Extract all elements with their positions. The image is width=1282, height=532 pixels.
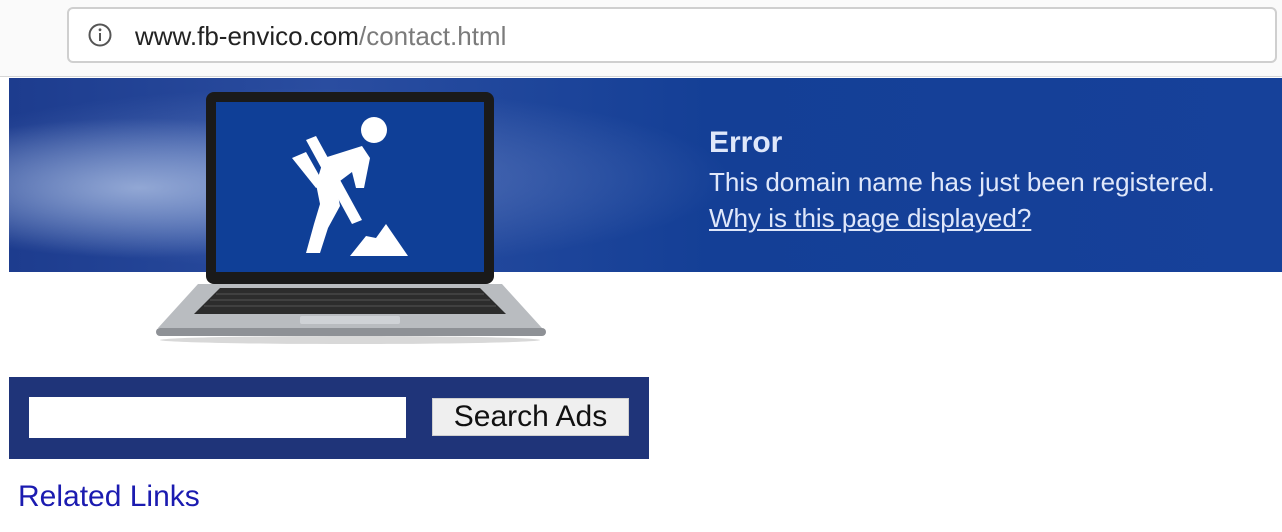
laptop-construction-worker-icon bbox=[156, 92, 546, 344]
why-page-displayed-link[interactable]: Why is this page displayed? bbox=[709, 203, 1031, 234]
url-text[interactable]: www.fb-envico.com/contact.html bbox=[135, 21, 506, 51]
url-domain: www.fb-envico.com bbox=[135, 21, 359, 51]
browser-toolbar: www.fb-envico.com/contact.html bbox=[0, 0, 1282, 77]
related-links-heading[interactable]: Related Links bbox=[18, 480, 200, 514]
info-circle-icon[interactable] bbox=[88, 23, 112, 47]
search-ads-button[interactable]: Search Ads bbox=[432, 398, 629, 436]
error-message: This domain name has just been registere… bbox=[709, 167, 1215, 197]
address-bar[interactable]: www.fb-envico.com/contact.html bbox=[67, 7, 1277, 63]
error-title: Error bbox=[709, 126, 783, 159]
search-input[interactable] bbox=[29, 397, 406, 438]
search-ads-panel: Search Ads bbox=[9, 377, 649, 459]
url-path: /contact.html bbox=[358, 21, 507, 51]
